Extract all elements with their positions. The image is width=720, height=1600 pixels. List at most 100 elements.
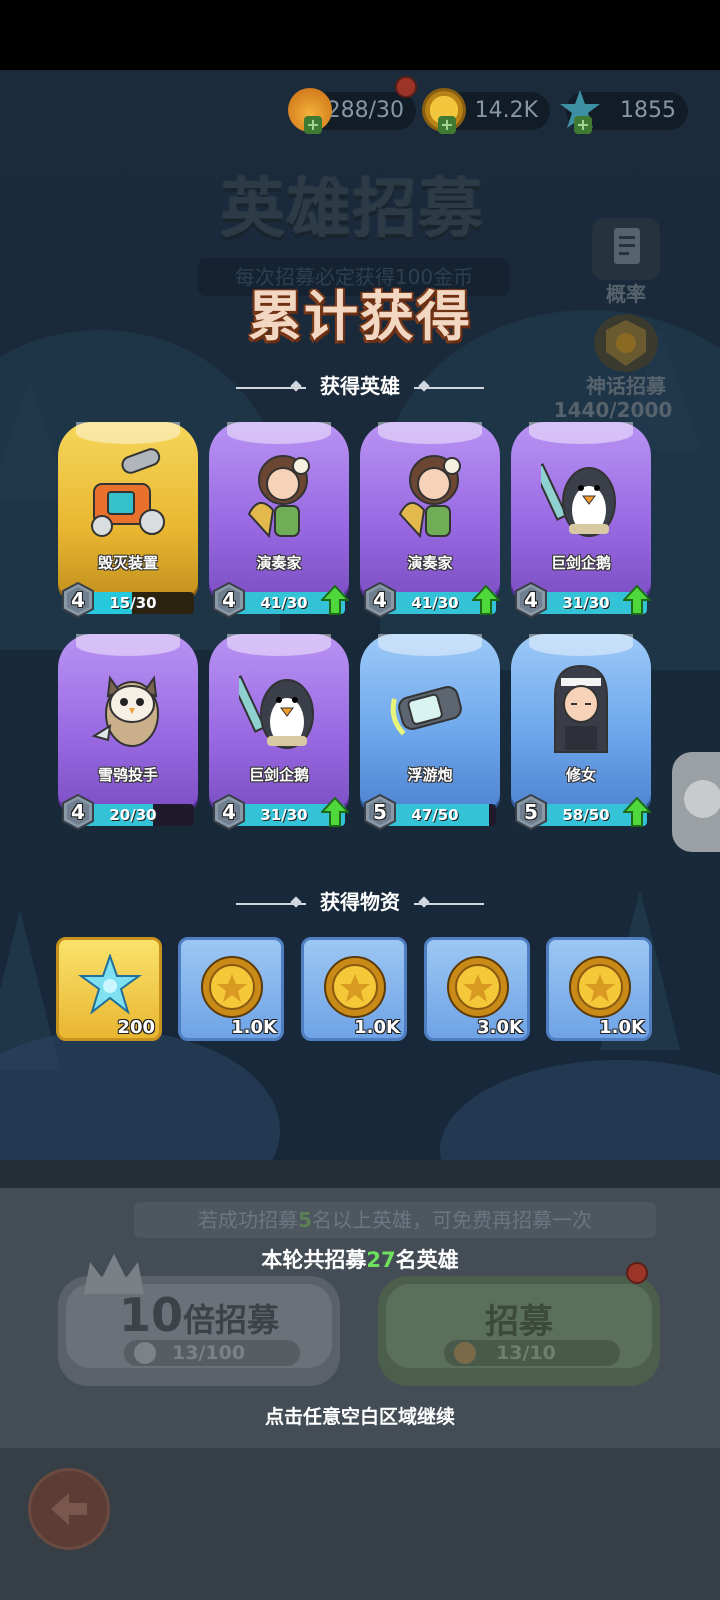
ten-times-cost: 13/100 bbox=[172, 1342, 246, 1364]
hero-level: 5 bbox=[524, 800, 538, 824]
hero-name: 演奏家 bbox=[256, 554, 302, 572]
divider-right bbox=[414, 386, 484, 389]
total-number: 27 bbox=[366, 1248, 396, 1272]
reward-item[interactable]: 200 bbox=[56, 937, 162, 1041]
reward-item[interactable]: 3.0K bbox=[424, 937, 530, 1041]
card-snow-cap bbox=[76, 634, 180, 656]
reward-amount: 1.0K bbox=[354, 1017, 400, 1038]
hero-card[interactable]: 演奏家 41/30 4 bbox=[360, 422, 502, 619]
upgrade-arrow-icon bbox=[319, 796, 351, 827]
hero-level: 4 bbox=[222, 800, 236, 824]
hero-shard-count: 15/30 bbox=[109, 594, 157, 612]
hero-name: 雪鸮投手 bbox=[97, 766, 158, 784]
snow-owl-icon bbox=[88, 656, 168, 760]
hero-level: 4 bbox=[71, 588, 85, 612]
reward-amount: 3.0K bbox=[477, 1017, 523, 1038]
myth-recruit-progress: 1440/2000 bbox=[553, 398, 673, 422]
hero-level-badge: 4 bbox=[211, 793, 247, 831]
hero-shard-count: 58/50 bbox=[562, 806, 610, 824]
upgrade-arrow-icon bbox=[319, 584, 351, 615]
document-icon bbox=[614, 228, 640, 264]
reward-amount: 200 bbox=[117, 1017, 155, 1038]
recruit-button[interactable]: 招募 13/10 bbox=[378, 1262, 660, 1386]
hero-level-badge: 4 bbox=[60, 793, 96, 831]
hero-level-badge: 4 bbox=[362, 581, 398, 619]
probability-button[interactable] bbox=[592, 218, 660, 280]
hero-name: 毁灭装置 bbox=[97, 554, 158, 572]
stamina-value: 288/30 bbox=[326, 98, 404, 123]
hero-level-badge: 5 bbox=[513, 793, 549, 831]
gold-coin-icon bbox=[199, 954, 265, 1020]
reward-amount: 1.0K bbox=[231, 1017, 277, 1038]
ten-times-cost-bar: 13/100 bbox=[124, 1340, 300, 1366]
ten-times-label: 10倍招募 bbox=[118, 1288, 280, 1342]
hero-name: 演奏家 bbox=[407, 554, 453, 572]
divider-left bbox=[236, 902, 306, 905]
back-button[interactable] bbox=[28, 1468, 110, 1550]
reward-item[interactable]: 1.0K bbox=[546, 937, 652, 1041]
floating-cannon-icon bbox=[390, 656, 470, 760]
gold-coin-icon bbox=[567, 954, 633, 1020]
stamina-counter[interactable]: + 288/30 bbox=[288, 88, 416, 134]
float-icon bbox=[684, 780, 720, 818]
crystal-value: 1855 bbox=[620, 98, 676, 123]
back-arrow-icon bbox=[51, 1493, 87, 1525]
key-icon bbox=[454, 1342, 476, 1364]
add-gold-icon[interactable]: + bbox=[438, 116, 456, 134]
hero-name: 巨剑企鹅 bbox=[248, 766, 309, 784]
reward-amount: 1.0K bbox=[599, 1017, 645, 1038]
hero-card[interactable]: 演奏家 41/30 4 bbox=[209, 422, 351, 619]
sword-penguin-icon bbox=[532, 444, 621, 548]
bonus-hint: 若成功招募5名以上英雄，可免费再招募一次 bbox=[134, 1202, 656, 1238]
reward-item[interactable]: 1.0K bbox=[301, 937, 407, 1041]
hero-level: 4 bbox=[71, 800, 85, 824]
continue-hint: 点击任意空白区域继续 bbox=[264, 1406, 455, 1428]
items-section-title: 获得物资 bbox=[320, 890, 400, 914]
snowflake-crystal-icon bbox=[77, 952, 143, 1020]
harp-girl-icon bbox=[390, 444, 470, 548]
cumulative-title: 累计获得 bbox=[248, 285, 472, 348]
harp-girl-icon bbox=[239, 444, 319, 548]
notification-dot bbox=[626, 1262, 648, 1284]
hero-card[interactable]: 巨剑企鹅 31/30 4 bbox=[511, 422, 653, 619]
hero-shard-count: 41/30 bbox=[260, 594, 308, 612]
hero-shard-count: 47/50 bbox=[411, 806, 459, 824]
card-snow-cap bbox=[529, 634, 633, 656]
hero-level: 5 bbox=[373, 800, 387, 824]
hero-level: 4 bbox=[524, 588, 538, 612]
add-stamina-icon[interactable]: + bbox=[304, 116, 322, 134]
upgrade-arrow-icon bbox=[470, 584, 502, 615]
side-float-button[interactable] bbox=[672, 752, 720, 852]
upgrade-arrow-icon bbox=[621, 796, 653, 827]
add-crystal-icon[interactable]: + bbox=[574, 116, 592, 134]
gold-coin-icon bbox=[322, 954, 388, 1020]
notification-dot bbox=[395, 76, 417, 98]
card-snow-cap bbox=[378, 422, 482, 444]
crystal-counter[interactable]: + 1855 bbox=[560, 90, 688, 134]
hero-shard-count: 31/30 bbox=[562, 594, 610, 612]
hero-card[interactable]: 浮游炮 47/50 5 bbox=[360, 634, 500, 831]
divider-right bbox=[414, 902, 484, 905]
key-icon bbox=[134, 1342, 156, 1364]
hero-card[interactable]: 巨剑企鹅 31/30 4 bbox=[209, 634, 351, 831]
hero-level-badge: 4 bbox=[211, 581, 247, 619]
recruit-label: 招募 bbox=[485, 1302, 553, 1342]
hero-level-badge: 4 bbox=[513, 581, 549, 619]
hero-card[interactable]: 毁灭装置 15/30 4 bbox=[58, 422, 198, 619]
ten-times-recruit-button[interactable]: 10倍招募 13/100 bbox=[58, 1254, 340, 1386]
hero-card[interactable]: 雪鸮投手 20/30 4 bbox=[58, 634, 198, 831]
footer-bar bbox=[0, 1448, 720, 1600]
recruit-cost: 13/10 bbox=[496, 1342, 556, 1364]
hero-card[interactable]: 修女 58/50 5 bbox=[511, 634, 653, 831]
hero-shard-count: 20/30 bbox=[109, 806, 157, 824]
hero-shard-count: 31/30 bbox=[260, 806, 308, 824]
card-snow-cap bbox=[76, 422, 180, 444]
heroes-section-title: 获得英雄 bbox=[320, 374, 400, 398]
gold-counter[interactable]: + 14.2K bbox=[422, 88, 550, 134]
panel-edge bbox=[0, 1160, 720, 1188]
nun-icon bbox=[541, 656, 621, 760]
hero-level-badge: 4 bbox=[60, 581, 96, 619]
recruit-cost-bar: 13/10 bbox=[444, 1340, 620, 1366]
cannon-machine-icon bbox=[88, 444, 168, 548]
reward-item[interactable]: 1.0K bbox=[178, 937, 284, 1041]
